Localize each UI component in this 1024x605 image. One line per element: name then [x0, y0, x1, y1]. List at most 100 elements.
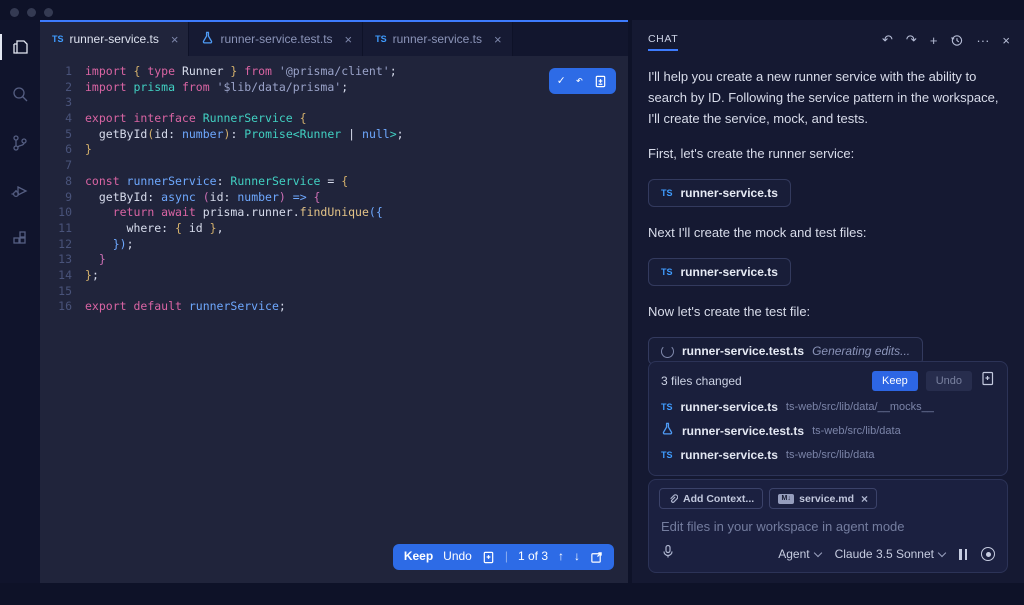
- mode-selector[interactable]: Agent: [778, 547, 820, 561]
- add-context-button[interactable]: Add Context...: [659, 488, 763, 509]
- window-close-button[interactable]: [10, 8, 19, 17]
- undo-button[interactable]: Undo: [443, 549, 472, 565]
- typescript-icon: TS: [661, 267, 673, 277]
- inline-edit-toolbar: ✓ ↶: [549, 68, 616, 94]
- line-number: 13: [40, 252, 72, 268]
- file-diff-icon[interactable]: [594, 75, 607, 88]
- keep-button[interactable]: Keep: [404, 549, 433, 565]
- undo-all-button[interactable]: Undo: [926, 371, 972, 391]
- changed-file-row[interactable]: TSrunner-service.tsts-web/src/lib/data: [661, 443, 995, 467]
- code-line: 13 }: [40, 252, 628, 268]
- code-line: 2import prisma from '$lib/data/prisma';: [40, 80, 628, 96]
- chat-input[interactable]: Edit files in your workspace in agent mo…: [659, 509, 997, 542]
- code-line: 6}: [40, 142, 628, 158]
- changed-files-list: TSrunner-service.tsts-web/src/lib/data/_…: [661, 395, 995, 467]
- context-chip-service-md[interactable]: M↓ service.md ×: [769, 488, 877, 509]
- view-changes-icon[interactable]: [980, 371, 995, 391]
- activity-bar: [0, 20, 40, 583]
- tab-label: runner-service.ts: [70, 32, 159, 46]
- divider: |: [505, 549, 508, 565]
- markdown-icon: M↓: [778, 494, 794, 504]
- tab-chat[interactable]: CHAT: [648, 33, 678, 51]
- more-icon[interactable]: ···: [976, 33, 989, 48]
- close-icon[interactable]: ×: [494, 32, 502, 47]
- line-number: 9: [40, 190, 72, 206]
- generating-status: Generating edits...: [812, 344, 910, 358]
- pause-button[interactable]: [959, 549, 967, 560]
- next-change-icon[interactable]: ↓: [574, 549, 580, 565]
- chat-message-text: Now let's create the test file:: [648, 301, 1006, 322]
- close-icon[interactable]: ×: [1002, 33, 1010, 48]
- code-line: 1import { type Runner } from '@prisma/cl…: [40, 64, 628, 80]
- open-changes-icon[interactable]: [590, 551, 603, 564]
- change-position-label: 1 of 3: [518, 549, 548, 565]
- previous-change-icon[interactable]: ↑: [558, 549, 564, 565]
- chat-message-text: I'll help you create a new runner servic…: [648, 66, 1006, 129]
- file-path: ts-web/src/lib/data: [812, 425, 901, 437]
- microphone-icon[interactable]: [661, 544, 675, 564]
- redo-icon[interactable]: ↷: [906, 32, 917, 48]
- line-number: 8: [40, 174, 72, 190]
- line-number: 2: [40, 80, 72, 96]
- test-beaker-icon: [661, 422, 674, 440]
- stop-button[interactable]: [981, 547, 995, 561]
- code-line: 11 where: { id },: [40, 221, 628, 237]
- code-line: 9 getById: async (id: number) => {: [40, 190, 628, 206]
- model-selector[interactable]: Claude 3.5 Sonnet: [835, 547, 945, 561]
- changed-file-row[interactable]: runner-service.test.tsts-web/src/lib/dat…: [661, 419, 995, 443]
- line-number: 5: [40, 127, 72, 143]
- chat-input-card[interactable]: Add Context... M↓ service.md × Edit file…: [648, 479, 1008, 573]
- editor-tab-1[interactable]: runner-service.test.ts ×: [189, 22, 363, 56]
- typescript-icon: TS: [52, 34, 64, 44]
- file-chip[interactable]: TSrunner-service.ts: [648, 258, 791, 286]
- chevron-down-icon: [938, 548, 946, 556]
- history-icon[interactable]: [950, 34, 963, 47]
- typescript-icon: TS: [375, 34, 387, 44]
- tab-label: runner-service.test.ts: [220, 32, 332, 46]
- window-maximize-button[interactable]: [44, 8, 53, 17]
- files-changed-label: 3 files changed: [661, 374, 742, 388]
- code-editor[interactable]: 1import { type Runner } from '@prisma/cl…: [40, 56, 628, 583]
- app-window: TSrunner-service.ts×runner-service.test.…: [0, 0, 1024, 605]
- source-control-icon[interactable]: [0, 126, 40, 160]
- changed-files-card: 3 files changed Keep Undo TSrunner-servi…: [648, 361, 1008, 476]
- file-chip[interactable]: TS runner-service.ts: [648, 179, 791, 207]
- editor-tab-0[interactable]: TS runner-service.ts ×: [40, 22, 189, 56]
- test-beaker-icon: [201, 31, 214, 47]
- run-debug-icon[interactable]: [0, 174, 40, 208]
- changed-file-row[interactable]: TSrunner-service.tsts-web/src/lib/data/_…: [661, 395, 995, 419]
- remove-context-icon[interactable]: ×: [861, 492, 868, 506]
- accept-change-icon[interactable]: ✓: [558, 73, 565, 89]
- undo-icon[interactable]: ↶: [882, 32, 893, 48]
- typescript-icon: TS: [661, 188, 673, 198]
- extensions-icon[interactable]: [0, 222, 40, 256]
- paperclip-icon: [668, 494, 678, 504]
- editor-tab-2[interactable]: TSrunner-service.ts×: [363, 22, 512, 56]
- keep-all-button[interactable]: Keep: [872, 371, 918, 391]
- title-bar[interactable]: [0, 0, 1024, 20]
- tab-bar: TSrunner-service.ts×runner-service.test.…: [40, 20, 628, 56]
- file-name: runner-service.ts: [681, 448, 778, 462]
- chat-message-text: First, let's create the runner service:: [648, 143, 1006, 164]
- undo-change-icon[interactable]: ↶: [576, 73, 583, 89]
- chat-messages: I'll help you create a new runner servic…: [632, 58, 1024, 380]
- close-icon[interactable]: ×: [171, 32, 179, 47]
- line-number: 12: [40, 237, 72, 253]
- window-minimize-button[interactable]: [27, 8, 36, 17]
- line-number: 3: [40, 95, 72, 111]
- search-icon[interactable]: [0, 78, 40, 112]
- line-number: 6: [40, 142, 72, 158]
- file-diff-icon[interactable]: [482, 551, 495, 564]
- explorer-icon[interactable]: [0, 30, 40, 64]
- code-line: 15: [40, 284, 628, 300]
- file-name: runner-service.ts: [681, 186, 778, 200]
- line-number: 11: [40, 221, 72, 237]
- chat-panel-header: CHAT ↶ ↷ + ··· ×: [632, 20, 1024, 58]
- code-line: 3: [40, 95, 628, 111]
- new-chat-icon[interactable]: +: [930, 33, 938, 48]
- code-line: 10 return await prisma.runner.findUnique…: [40, 205, 628, 221]
- close-icon[interactable]: ×: [345, 32, 353, 47]
- file-path: ts-web/src/lib/data: [786, 449, 875, 461]
- file-name: runner-service.test.ts: [682, 344, 804, 358]
- code-line: 5 getById(id: number): Promise<Runner | …: [40, 127, 628, 143]
